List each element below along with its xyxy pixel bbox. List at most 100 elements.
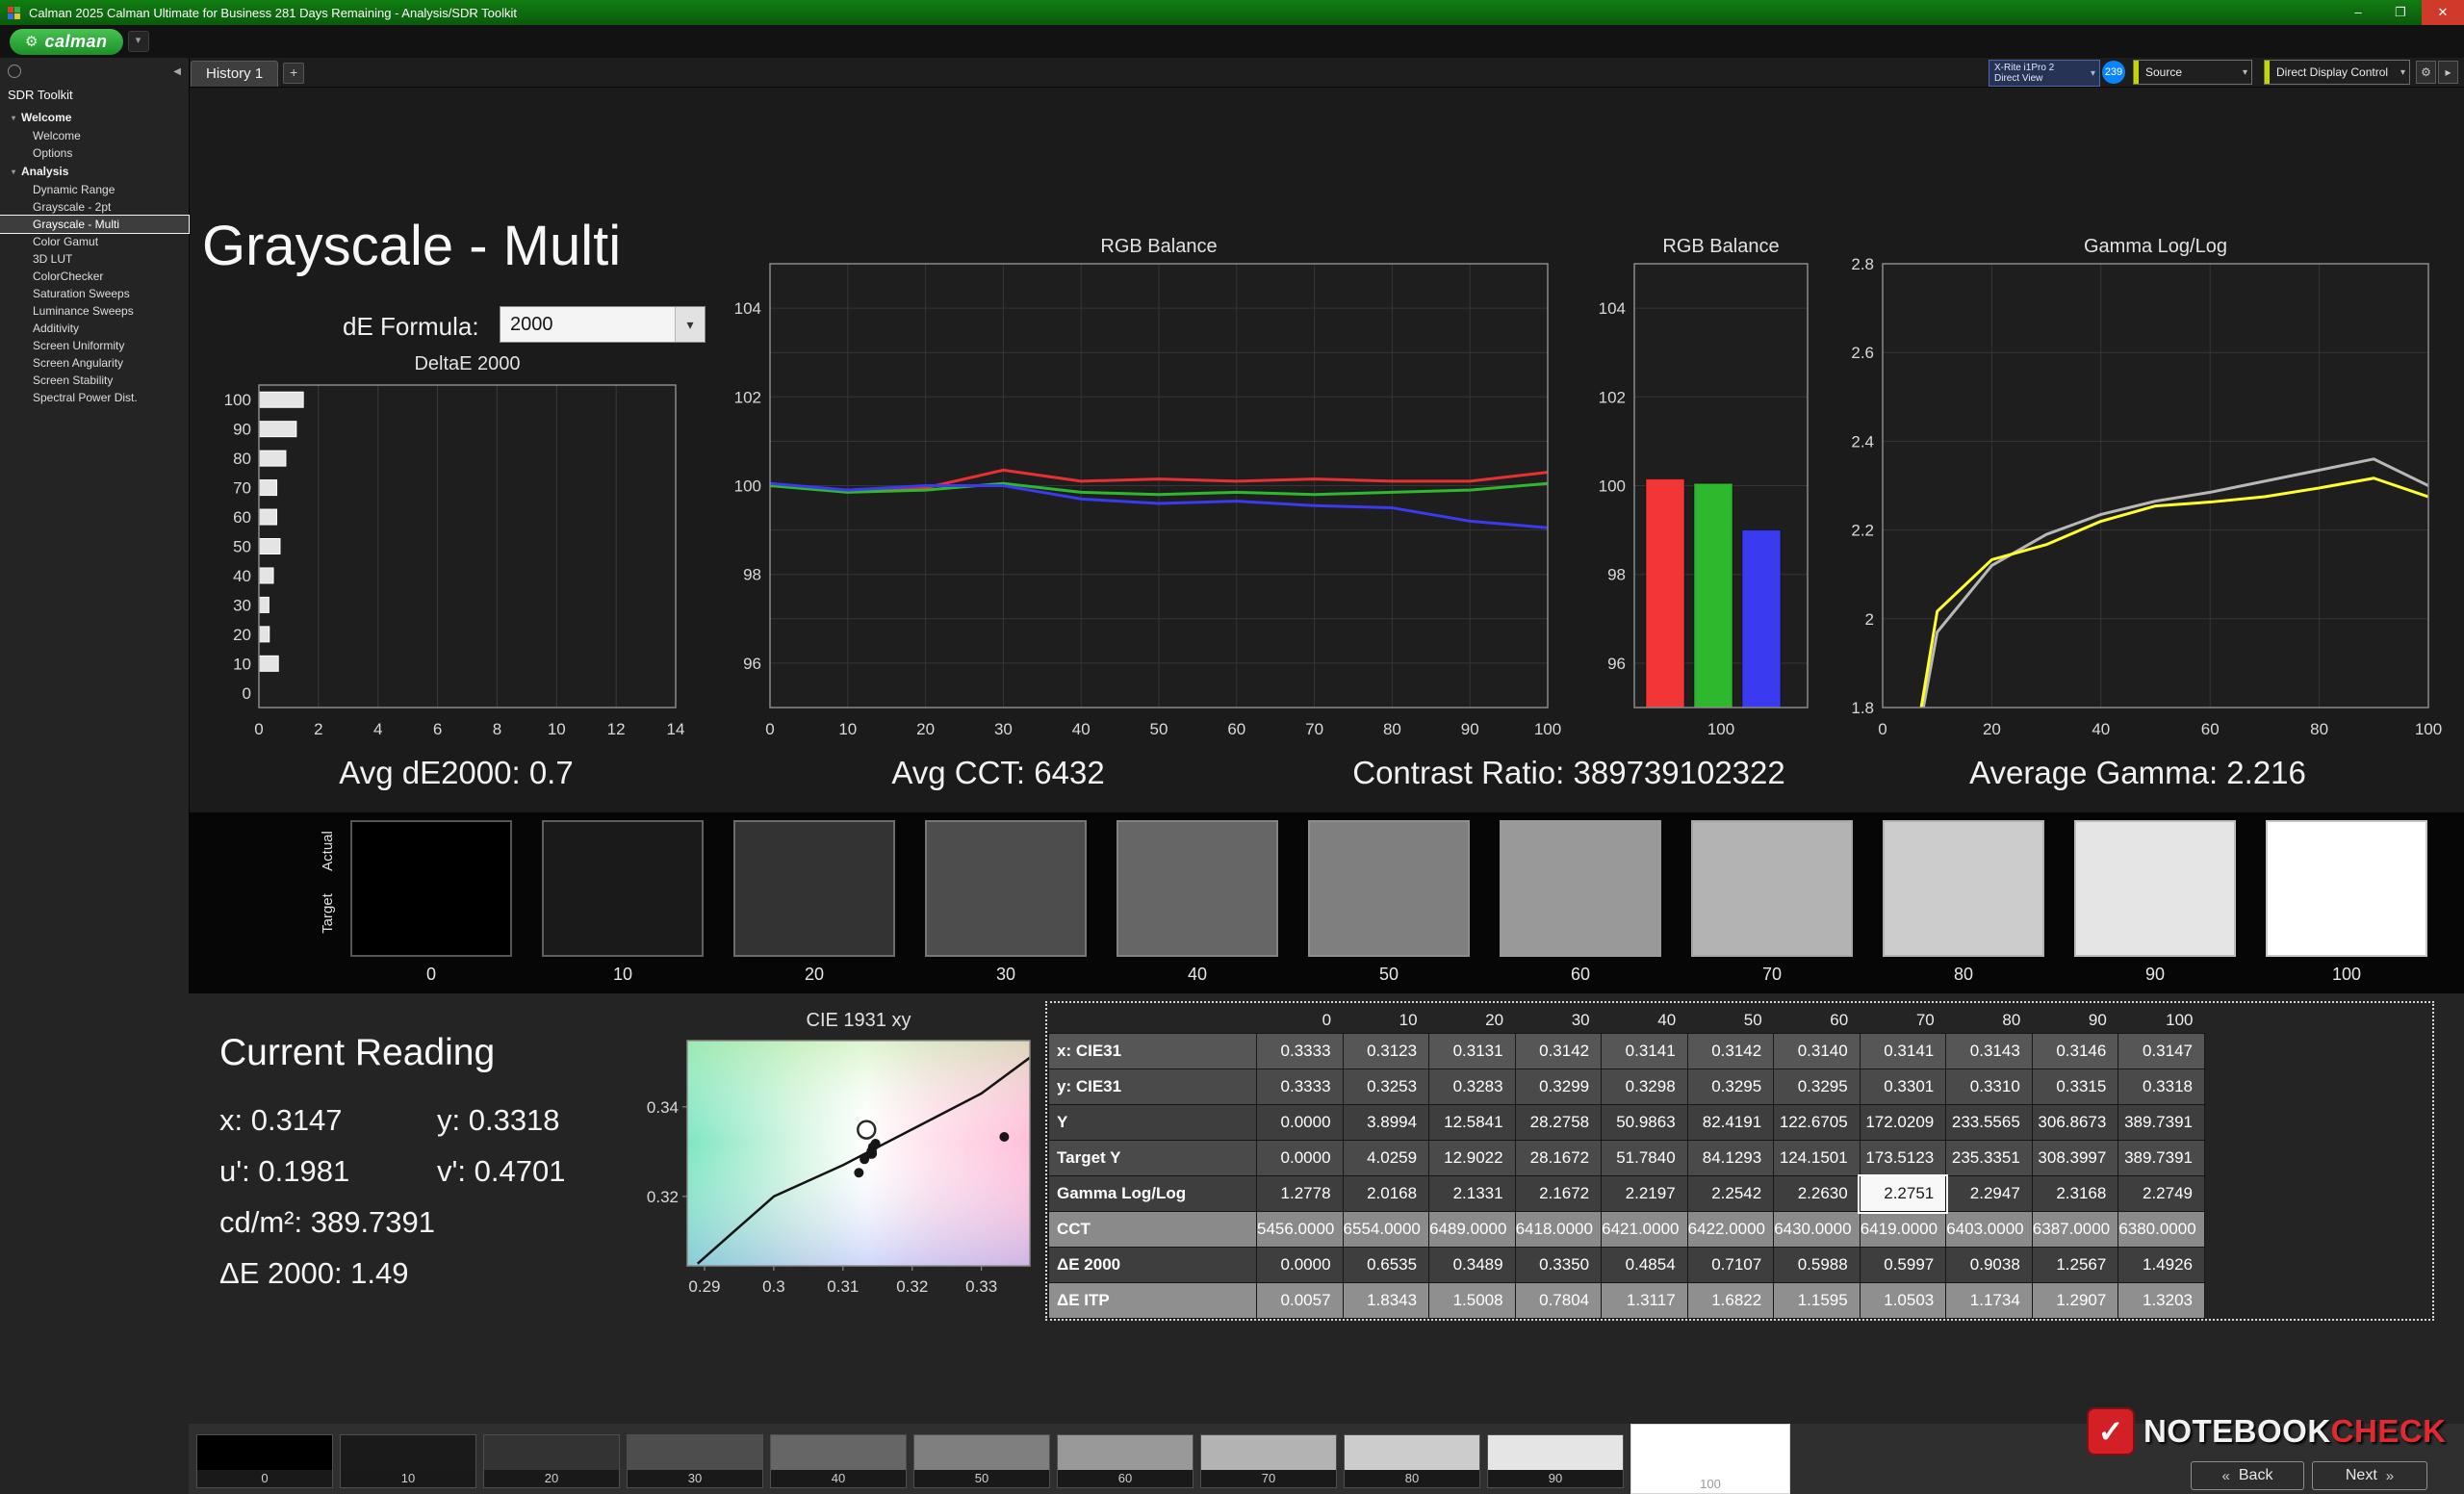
table-cell[interactable]: 0.3333 xyxy=(1257,1034,1344,1069)
table-cell[interactable]: 172.0209 xyxy=(1860,1105,1946,1141)
gray-patch-10[interactable]: 10 xyxy=(340,1434,476,1488)
table-cell[interactable]: 2.2749 xyxy=(2118,1176,2205,1212)
sidebar-section-welcome[interactable]: ▾Welcome xyxy=(0,108,189,127)
table-cell[interactable]: 84.1293 xyxy=(1687,1141,1774,1176)
table-cell[interactable]: 82.4191 xyxy=(1687,1105,1774,1141)
table-cell[interactable]: 235.3351 xyxy=(1946,1141,2033,1176)
table-cell[interactable]: 0.3333 xyxy=(1257,1069,1344,1105)
table-cell[interactable]: 0.3350 xyxy=(1515,1248,1602,1283)
panel-expand-button[interactable]: ▸ xyxy=(2438,61,2458,84)
table-cell[interactable]: 1.0503 xyxy=(1860,1283,1946,1319)
table-cell[interactable]: 173.5123 xyxy=(1860,1141,1946,1176)
de-formula-dropdown[interactable]: 2000 ▾ xyxy=(500,306,706,343)
table-cell[interactable]: 1.5008 xyxy=(1429,1283,1516,1319)
table-cell[interactable]: 233.5565 xyxy=(1946,1105,2033,1141)
table-cell[interactable]: 6418.0000 xyxy=(1515,1212,1602,1248)
table-cell[interactable]: 389.7391 xyxy=(2118,1141,2205,1176)
table-cell[interactable]: 0.0000 xyxy=(1257,1248,1344,1283)
table-cell[interactable]: 124.1501 xyxy=(1774,1141,1861,1176)
table-cell[interactable]: 1.2567 xyxy=(2032,1248,2118,1283)
table-cell[interactable]: 2.2751 xyxy=(1860,1176,1946,1212)
table-cell[interactable]: 0.7107 xyxy=(1687,1248,1774,1283)
table-cell[interactable]: 0.5997 xyxy=(1860,1248,1946,1283)
table-cell[interactable]: 28.1672 xyxy=(1515,1141,1602,1176)
table-cell[interactable]: 6489.0000 xyxy=(1429,1212,1516,1248)
sidebar-item-colorchecker[interactable]: ColorChecker xyxy=(0,268,189,285)
table-cell[interactable]: 2.2197 xyxy=(1602,1176,1688,1212)
table-cell[interactable]: 3.8994 xyxy=(1343,1105,1429,1141)
table-cell[interactable]: 0.3142 xyxy=(1687,1034,1774,1069)
table-cell[interactable]: 306.8673 xyxy=(2032,1105,2118,1141)
table-cell[interactable]: 0.3131 xyxy=(1429,1034,1516,1069)
table-cell[interactable]: 0.3147 xyxy=(2118,1034,2205,1069)
calman-menu-button[interactable]: ⚙ calman xyxy=(10,29,123,55)
table-cell[interactable]: 2.1331 xyxy=(1429,1176,1516,1212)
display-control-selector[interactable]: Direct Display Control ▾ xyxy=(2264,60,2410,85)
table-cell[interactable]: 6554.0000 xyxy=(1343,1212,1429,1248)
table-cell[interactable]: 0.3310 xyxy=(1946,1069,2033,1105)
sidebar-item-spectral-power-dist[interactable]: Spectral Power Dist. xyxy=(0,389,189,406)
table-cell[interactable]: 0.0057 xyxy=(1257,1283,1344,1319)
meter-selector[interactable]: X-Rite i1Pro 2 Direct View ▾ xyxy=(1989,60,2100,87)
table-cell[interactable]: 0.3489 xyxy=(1429,1248,1516,1283)
table-cell[interactable]: 1.4926 xyxy=(2118,1248,2205,1283)
table-cell[interactable]: 4.0259 xyxy=(1343,1141,1429,1176)
table-cell[interactable]: 6422.0000 xyxy=(1687,1212,1774,1248)
sidebar-item-3d-lut[interactable]: 3D LUT xyxy=(0,250,189,268)
table-cell[interactable]: 1.3117 xyxy=(1602,1283,1688,1319)
table-cell[interactable]: 0.3283 xyxy=(1429,1069,1516,1105)
sidebar-item-screen-uniformity[interactable]: Screen Uniformity xyxy=(0,337,189,354)
table-cell[interactable]: 1.2907 xyxy=(2032,1283,2118,1319)
back-button[interactable]: « Back xyxy=(2191,1461,2304,1490)
gray-patch-100[interactable]: 100 xyxy=(1630,1424,1790,1494)
table-cell[interactable]: 1.1734 xyxy=(1946,1283,2033,1319)
sidebar-section-analysis[interactable]: ▾Analysis xyxy=(0,162,189,181)
table-cell[interactable]: 0.3295 xyxy=(1774,1069,1861,1105)
table-cell[interactable]: 5456.0000 xyxy=(1257,1212,1344,1248)
table-cell[interactable]: 1.2778 xyxy=(1257,1176,1344,1212)
table-cell[interactable]: 2.2630 xyxy=(1774,1176,1861,1212)
table-cell[interactable]: 2.0168 xyxy=(1343,1176,1429,1212)
table-cell[interactable]: 0.3123 xyxy=(1343,1034,1429,1069)
gray-patch-70[interactable]: 70 xyxy=(1200,1434,1337,1488)
table-cell[interactable]: 2.3168 xyxy=(2032,1176,2118,1212)
table-cell[interactable]: 51.7840 xyxy=(1602,1141,1688,1176)
table-cell[interactable]: 0.3141 xyxy=(1602,1034,1688,1069)
gray-patch-40[interactable]: 40 xyxy=(770,1434,907,1488)
table-cell[interactable]: 6430.0000 xyxy=(1774,1212,1861,1248)
table-cell[interactable]: 12.5841 xyxy=(1429,1105,1516,1141)
sidebar-item-grayscale-2pt[interactable]: Grayscale - 2pt xyxy=(0,198,189,216)
table-cell[interactable]: 6403.0000 xyxy=(1946,1212,2033,1248)
table-cell[interactable]: 0.3253 xyxy=(1343,1069,1429,1105)
table-cell[interactable]: 0.3299 xyxy=(1515,1069,1602,1105)
maximize-button[interactable]: ❐ xyxy=(2379,0,2422,25)
table-cell[interactable]: 6380.0000 xyxy=(2118,1212,2205,1248)
table-cell[interactable]: 0.9038 xyxy=(1946,1248,2033,1283)
sidebar-item-additivity[interactable]: Additivity xyxy=(0,320,189,337)
table-cell[interactable]: 0.3315 xyxy=(2032,1069,2118,1105)
table-cell[interactable]: 2.1672 xyxy=(1515,1176,1602,1212)
table-cell[interactable]: 0.4854 xyxy=(1602,1248,1688,1283)
table-cell[interactable]: 0.3146 xyxy=(2032,1034,2118,1069)
settings-gear-button[interactable]: ⚙ xyxy=(2416,61,2436,84)
table-cell[interactable]: 12.9022 xyxy=(1429,1141,1516,1176)
table-cell[interactable]: 0.0000 xyxy=(1257,1105,1344,1141)
table-cell[interactable]: 0.0000 xyxy=(1257,1141,1344,1176)
table-cell[interactable]: 0.3141 xyxy=(1860,1034,1946,1069)
sidebar-item-screen-stability[interactable]: Screen Stability xyxy=(0,372,189,389)
table-cell[interactable]: 6421.0000 xyxy=(1602,1212,1688,1248)
sidebar-item-screen-angularity[interactable]: Screen Angularity xyxy=(0,354,189,372)
table-cell[interactable]: 389.7391 xyxy=(2118,1105,2205,1141)
table-cell[interactable]: 1.6822 xyxy=(1687,1283,1774,1319)
table-cell[interactable]: 28.2758 xyxy=(1515,1105,1602,1141)
table-cell[interactable]: 0.6535 xyxy=(1343,1248,1429,1283)
table-cell[interactable]: 1.1595 xyxy=(1774,1283,1861,1319)
gray-patch-0[interactable]: 0 xyxy=(196,1434,333,1488)
table-cell[interactable]: 6387.0000 xyxy=(2032,1212,2118,1248)
add-tab-button[interactable]: + xyxy=(283,63,304,84)
gray-patch-20[interactable]: 20 xyxy=(483,1434,620,1488)
table-cell[interactable]: 50.9863 xyxy=(1602,1105,1688,1141)
sidebar-item-dynamic-range[interactable]: Dynamic Range xyxy=(0,181,189,198)
table-cell[interactable]: 0.3143 xyxy=(1946,1034,2033,1069)
table-cell[interactable]: 1.8343 xyxy=(1343,1283,1429,1319)
